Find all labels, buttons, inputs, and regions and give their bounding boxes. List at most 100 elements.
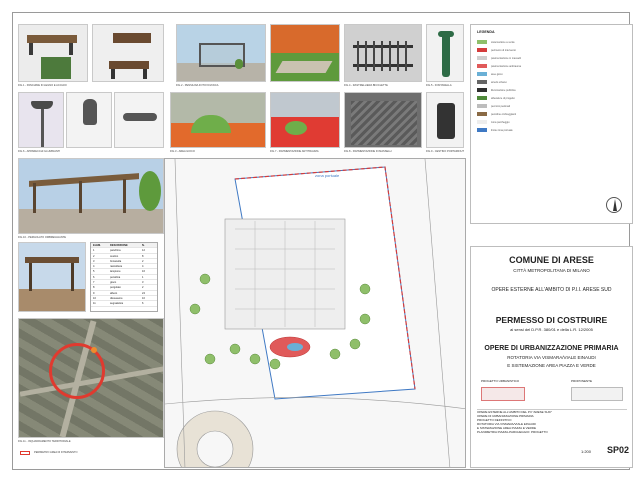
legend-label: arredo urbano xyxy=(491,80,507,84)
photo-bench-2 xyxy=(92,24,164,82)
legend-swatch xyxy=(477,104,487,108)
caption-7: FIG.7 - PAVIMENTAZIONE ANTITRAUMA xyxy=(270,150,319,153)
photo-bench xyxy=(18,24,88,82)
legend-label: perimetro di intervento xyxy=(491,48,516,52)
legend-label: limite zona portuale xyxy=(491,128,513,132)
table-cell: 6 xyxy=(93,275,95,279)
legend-row: alberature di progetto xyxy=(477,95,515,101)
legend-title: LEGENDA xyxy=(477,30,495,34)
elements-table: ELEM. DESCRIZIONE N. 1 panchina 12 2 cestino… xyxy=(90,242,158,312)
scale: 1:200 xyxy=(581,449,592,454)
legend-swatch xyxy=(477,56,487,60)
legend-label: pavimentazione antitrauma xyxy=(491,64,522,68)
legend-label: zona parcheggio xyxy=(491,120,510,124)
legend-swatch xyxy=(477,112,487,116)
metro-city: CITTÀ METROPOLITANA DI MILANO xyxy=(513,268,590,273)
permit-title: PERMESSO DI COSTRUIRE xyxy=(495,315,608,325)
site-plan-drawing xyxy=(165,159,465,467)
legend-row: perimetro di intervento xyxy=(477,47,516,53)
municipality: COMUNE DI ARESE xyxy=(509,255,594,265)
photo-bin xyxy=(426,92,464,148)
works-line-2: E SISTEMAZIONE AREA PIAZZA E VERDE xyxy=(507,363,596,368)
map-caption: PERIMETRO AREA DI INTERVENTO xyxy=(34,451,78,454)
works-line-1: ROTATORIA VIA VISMARA/VIALE EINAUDI xyxy=(507,355,596,360)
photo-pergola xyxy=(18,158,164,234)
photo-lamp-2 xyxy=(66,92,112,148)
legend-swatch xyxy=(477,48,487,52)
photo-lamp-1 xyxy=(18,92,64,148)
designer-label: PROGETTO URBANISTICO xyxy=(481,379,520,383)
legend-label: alberature di progetto xyxy=(491,96,515,100)
caption-11: FIG.11 - INQUADRAMENTO TERRITORIALE xyxy=(18,440,71,443)
title-block: COMUNE DI ARESE CITTÀ METROPOLITANA DI M… xyxy=(470,246,633,468)
table-cell: fontanella xyxy=(110,259,122,263)
site-plan: zona portuale xyxy=(164,158,466,468)
legend-label: percorsi pedonali xyxy=(491,104,511,108)
photo-bike-rack xyxy=(344,24,422,82)
photo-paving xyxy=(344,92,422,148)
legend-row: pavimentazione antitrauma xyxy=(477,63,521,69)
table-body: 1 panchina 12 2 cestino 8 3 fontanella 2 4 rastrel… xyxy=(91,248,157,307)
table-cell: 10 xyxy=(142,296,145,300)
table-cell: 3 xyxy=(142,281,144,285)
proponent-label: PROPONENTE xyxy=(571,379,593,383)
caption-10: FIG.10 - PERGOLATO OMBREGGIANTE xyxy=(18,236,67,239)
photo-shelter xyxy=(176,24,266,82)
table-cell: 6 xyxy=(142,302,144,306)
subtitle-box: OPERE ESTERNE ALL'AMBITO DEL PII "ARESE … xyxy=(477,409,627,443)
photo-park xyxy=(270,24,340,82)
legend-swatch xyxy=(477,72,487,76)
legend-label: sistemazione a verde xyxy=(491,40,515,44)
table-cell: 16 xyxy=(142,270,145,274)
table-cell: 10 xyxy=(93,296,96,300)
caption-4: FIG.4 - RASTRELLIERA BICICLETTE xyxy=(344,84,388,87)
photo-play-area xyxy=(170,92,266,148)
port-zone-label: zona portuale xyxy=(315,173,340,178)
table-cell: albero xyxy=(110,291,118,295)
legend-row: limite zona portuale xyxy=(477,127,513,133)
table-cell: rastrelliera xyxy=(110,265,123,269)
sheet-code: SP02 xyxy=(607,445,630,455)
legend-swatch xyxy=(477,40,487,44)
legend-row: aree gioco xyxy=(477,71,503,77)
table-header-cell: N. xyxy=(142,244,145,247)
legend-swatch xyxy=(477,80,487,84)
subtitle-6: PLANIMETRIA PIAZZA-PARCHEGGIO: PROGETTO xyxy=(477,430,548,434)
caption-1: FIG.1 - PANCHINE IN LEGNO E ACCIAIO xyxy=(18,84,67,87)
legend-row: percorsi pedonali xyxy=(477,103,510,109)
play-area-blue xyxy=(287,343,303,351)
legend-row: pavimentazione in masselli xyxy=(477,55,521,61)
legend-swatch xyxy=(477,96,487,100)
table-header-cell: DESCRIZIONE xyxy=(110,244,128,247)
legend-label: pavimentazione in masselli xyxy=(491,56,521,60)
table-header-cell: ELEM. xyxy=(93,244,101,247)
table-cell: 7 xyxy=(93,281,95,285)
legend-row: pensiline ombreggianti xyxy=(477,111,516,117)
photo-fountain xyxy=(426,24,464,82)
legend-label: aree gioco xyxy=(491,72,503,76)
legend-row: sistemazione a verde xyxy=(477,39,515,45)
table-cell: pensilina xyxy=(110,275,121,279)
legend-row: illuminazione pubblica xyxy=(477,87,515,93)
works-title: OPERE DI URBANIZZAZIONE PRIMARIA xyxy=(484,345,619,352)
aerial-map xyxy=(18,318,164,438)
designer-logo xyxy=(481,387,525,401)
table-row: 11 segnaletica 6 xyxy=(91,301,157,307)
table-cell: cestino xyxy=(110,254,119,258)
table-cell: pergolato xyxy=(110,286,121,290)
table-cell: 4 xyxy=(93,265,95,269)
table-cell: 1 xyxy=(142,275,144,279)
photo-pergola-2 xyxy=(18,242,86,312)
photo-rubber-paving xyxy=(270,92,340,148)
table-cell: lampione xyxy=(110,270,121,274)
project-title: OPERE ESTERNE ALL'AMBITO DI P.I.I. ARESE… xyxy=(491,287,612,293)
legend-row: arredo urbano xyxy=(477,79,507,85)
caption-9: FIG.9 - CESTINO PORTARIFIUTI xyxy=(426,150,464,153)
legend-swatch xyxy=(477,120,487,124)
table-cell: dissuasore xyxy=(110,296,123,300)
law-reference: ai sensi del D.P.R. 380/01 e della L.R. … xyxy=(510,327,593,332)
table-cell: segnaletica xyxy=(110,302,124,306)
caption-5: FIG.5 - FONTANELLA xyxy=(426,84,452,87)
table-cell: 24 xyxy=(142,291,145,295)
table-cell: 8 xyxy=(93,286,95,290)
